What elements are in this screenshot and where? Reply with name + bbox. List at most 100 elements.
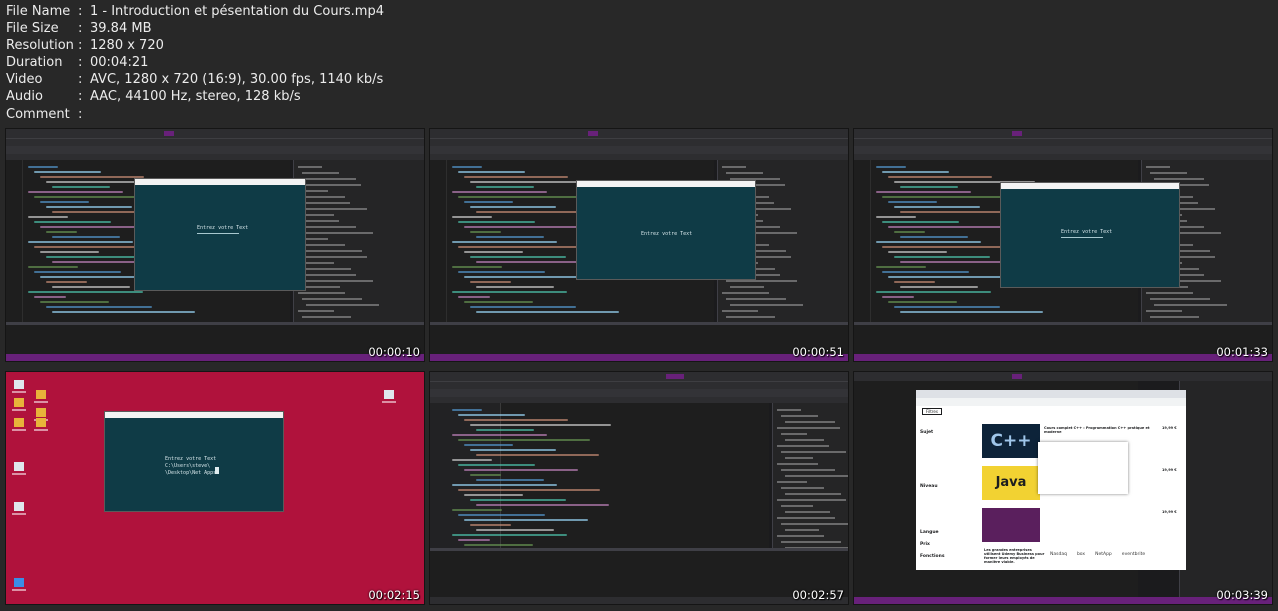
solution-row[interactable] <box>1150 298 1211 300</box>
solution-row[interactable] <box>306 232 374 234</box>
desktop-icon[interactable] <box>14 398 24 407</box>
solution-row[interactable] <box>726 172 764 174</box>
filters-button[interactable]: Filtres <box>922 408 942 415</box>
desktop-icon[interactable] <box>14 380 24 389</box>
solution-row[interactable] <box>776 535 824 537</box>
solution-row[interactable] <box>784 457 813 459</box>
solution-row[interactable] <box>298 202 351 204</box>
solution-row[interactable] <box>298 274 357 276</box>
desktop-icon[interactable] <box>14 502 24 511</box>
solution-row[interactable] <box>784 511 830 513</box>
solution-row[interactable] <box>306 250 363 252</box>
solution-row[interactable] <box>306 268 352 270</box>
solution-row[interactable] <box>780 433 807 435</box>
solution-row[interactable] <box>726 298 787 300</box>
code-line <box>470 281 511 283</box>
thumbnail-2[interactable]: Entrez votre Text 00:00:51 <box>430 129 848 361</box>
thumbnail-1[interactable]: Entrez votre Text 00:00:10 <box>6 129 424 361</box>
solution-row[interactable] <box>730 286 765 288</box>
solution-row[interactable] <box>298 292 346 294</box>
solution-row[interactable] <box>298 166 323 168</box>
solution-row[interactable] <box>776 481 807 483</box>
solution-row[interactable] <box>1146 292 1194 294</box>
solution-row[interactable] <box>306 286 341 288</box>
solution-row[interactable] <box>306 214 335 216</box>
code-line <box>458 514 545 516</box>
solution-row[interactable] <box>726 316 776 318</box>
solution-row[interactable] <box>1150 316 1200 318</box>
solution-row[interactable] <box>784 421 835 423</box>
facet-fonctions[interactable]: Fonctions <box>920 554 945 559</box>
desktop-icon[interactable] <box>36 408 46 417</box>
code-line <box>464 226 578 228</box>
solution-row[interactable] <box>306 196 346 198</box>
solution-row[interactable] <box>302 190 329 192</box>
desktop-icon[interactable] <box>14 418 24 427</box>
solution-row[interactable] <box>302 244 346 246</box>
solution-row[interactable] <box>780 451 846 453</box>
thumbnail-5[interactable]: 00:02:57 <box>430 372 848 604</box>
desktop-icon[interactable] <box>384 390 394 399</box>
solution-row[interactable] <box>1146 310 1183 312</box>
solution-row[interactable] <box>1154 304 1228 306</box>
solution-row[interactable] <box>302 208 368 210</box>
thumbnail-6[interactable]: Filtres Sujet Niveau Langue Prix Fonctio… <box>854 372 1272 604</box>
thumbnail-3[interactable]: Entrez votre Text 00:01:33 <box>854 129 1272 361</box>
solution-row[interactable] <box>722 292 770 294</box>
code-line <box>458 539 490 541</box>
solution-row[interactable] <box>298 310 335 312</box>
facet-langue[interactable]: Langue <box>920 530 939 535</box>
solution-row[interactable] <box>722 166 747 168</box>
desktop-icon[interactable] <box>36 418 46 427</box>
app-window-text: Entrez votre Text <box>641 231 693 237</box>
course-thumb-cpp[interactable]: C++ <box>982 424 1040 458</box>
course-thumb-java[interactable]: Java <box>982 466 1040 500</box>
code-line <box>470 474 501 476</box>
solution-row[interactable] <box>776 499 846 501</box>
solution-row[interactable] <box>298 184 362 186</box>
solution-row[interactable] <box>302 262 335 264</box>
solution-row[interactable] <box>780 487 824 489</box>
thumbnail-4[interactable]: Entrez votre Text C:\Users\steve\ \Deskt… <box>6 372 424 604</box>
desktop-icon[interactable] <box>14 462 24 471</box>
facet-niveau[interactable]: Niveau <box>920 484 938 489</box>
solution-row[interactable] <box>722 310 759 312</box>
facet-sujet[interactable]: Sujet <box>920 430 933 435</box>
solution-row[interactable] <box>776 463 818 465</box>
desktop-icon[interactable] <box>36 390 46 399</box>
solution-row[interactable] <box>306 304 380 306</box>
partner-logo: NetApp <box>1095 552 1112 557</box>
solution-row[interactable] <box>784 475 848 477</box>
course-title[interactable]: Cours complet C++ : Programmation C++ pr… <box>1044 426 1156 434</box>
facet-prix[interactable]: Prix <box>920 542 930 547</box>
solution-row[interactable] <box>784 439 824 441</box>
solution-row[interactable] <box>780 541 841 543</box>
solution-row[interactable] <box>776 517 835 519</box>
solution-row[interactable] <box>780 415 818 417</box>
solution-row[interactable] <box>780 505 813 507</box>
solution-row[interactable] <box>302 298 363 300</box>
solution-row[interactable] <box>784 493 841 495</box>
solution-row[interactable] <box>726 280 798 282</box>
solution-row[interactable] <box>298 256 368 258</box>
solution-row[interactable] <box>780 523 848 525</box>
solution-row[interactable] <box>776 445 829 447</box>
solution-row[interactable] <box>1150 172 1188 174</box>
desktop-icon-label <box>382 401 396 403</box>
solution-row[interactable] <box>302 172 340 174</box>
solution-row[interactable] <box>776 409 801 411</box>
solution-row[interactable] <box>776 427 840 429</box>
desktop-icon[interactable] <box>14 578 24 587</box>
course-thumb[interactable] <box>982 508 1040 542</box>
solution-row[interactable] <box>302 316 352 318</box>
solution-row[interactable] <box>784 529 819 531</box>
code-editor <box>430 403 769 565</box>
solution-row[interactable] <box>1146 166 1171 168</box>
solution-row[interactable] <box>1154 178 1205 180</box>
code-line <box>464 201 513 203</box>
solution-row[interactable] <box>302 280 374 282</box>
solution-row[interactable] <box>730 304 804 306</box>
solution-row[interactable] <box>780 469 835 471</box>
solution-row[interactable] <box>302 226 357 228</box>
solution-row[interactable] <box>306 178 357 180</box>
